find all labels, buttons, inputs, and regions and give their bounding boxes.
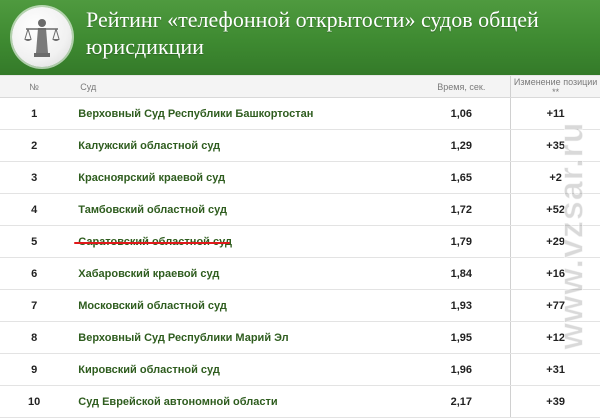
response-time: 1,06 [412,97,511,130]
row-number: 8 [0,321,69,354]
row-number: 1 [0,97,69,130]
row-number: 6 [0,257,69,290]
court-name: Красноярский краевой суд [68,161,413,194]
position-change: +39 [510,385,600,418]
table-row: 1 Верховный Суд Республики Башкортостан … [0,97,600,130]
position-change: +11 [510,97,600,130]
row-number: 2 [0,129,69,162]
table-row: 9 Кировский областной суд 1,96 +31 [0,353,600,386]
table-row: 8 Верховный Суд Республики Марий Эл 1,95… [0,321,600,354]
position-change: +35 [510,129,600,162]
response-time: 2,17 [412,385,511,418]
table-row: 3 Красноярский краевой суд 1,65 +2 [0,161,600,194]
response-time: 1,96 [412,353,511,386]
table-row: 10 Суд Еврейской автономной области 2,17… [0,385,600,418]
court-name: Верховный Суд Республики Марий Эл [68,321,413,354]
position-change: +12 [510,321,600,354]
court-name: Тамбовский областной суд [68,193,413,226]
column-header-change: Изменение позиции ** [510,75,600,98]
header-banner: Рейтинг «телефонной открытости» судов об… [0,0,600,75]
table-row: 4 Тамбовский областной суд 1,72 +52 [0,193,600,226]
row-number: 7 [0,289,69,322]
response-time: 1,93 [412,289,511,322]
response-time: 1,65 [412,161,511,194]
position-change: +31 [510,353,600,386]
position-change: +29 [510,225,600,258]
court-name: Хабаровский краевой суд [68,257,413,290]
column-header-court: Суд [68,75,413,98]
position-change: +16 [510,257,600,290]
table-row: 2 Калужский областной суд 1,29 +35 [0,129,600,162]
position-change: +52 [510,193,600,226]
themis-justice-icon [12,7,72,67]
court-name: Кировский областной суд [68,353,413,386]
highlight-underline [74,242,230,244]
table-row: 7 Московский областной суд 1,93 +77 [0,289,600,322]
response-time: 1,79 [412,225,511,258]
position-change: +77 [510,289,600,322]
row-number: 9 [0,353,69,386]
response-time: 1,72 [412,193,511,226]
court-name: Калужский областной суд [68,129,413,162]
court-name: Московский областной суд [68,289,413,322]
row-number: 10 [0,385,69,418]
table-header-row: № Суд Время, сек. Изменение позиции ** [0,75,600,98]
row-number: 3 [0,161,69,194]
courts-rating-table: № Суд Время, сек. Изменение позиции ** 1… [0,75,600,418]
response-time: 1,29 [412,129,511,162]
court-name: Верховный Суд Республики Башкортостан [68,97,413,130]
response-time: 1,84 [412,257,511,290]
column-header-time: Время, сек. [412,75,511,98]
court-name: Суд Еврейской автономной области [68,385,413,418]
column-header-number: № [0,75,69,98]
page-title: Рейтинг «телефонной открытости» судов об… [86,7,539,59]
row-number: 4 [0,193,69,226]
response-time: 1,95 [412,321,511,354]
table-row: 6 Хабаровский краевой суд 1,84 +16 [0,257,600,290]
row-number: 5 [0,225,69,258]
position-change: +2 [510,161,600,194]
